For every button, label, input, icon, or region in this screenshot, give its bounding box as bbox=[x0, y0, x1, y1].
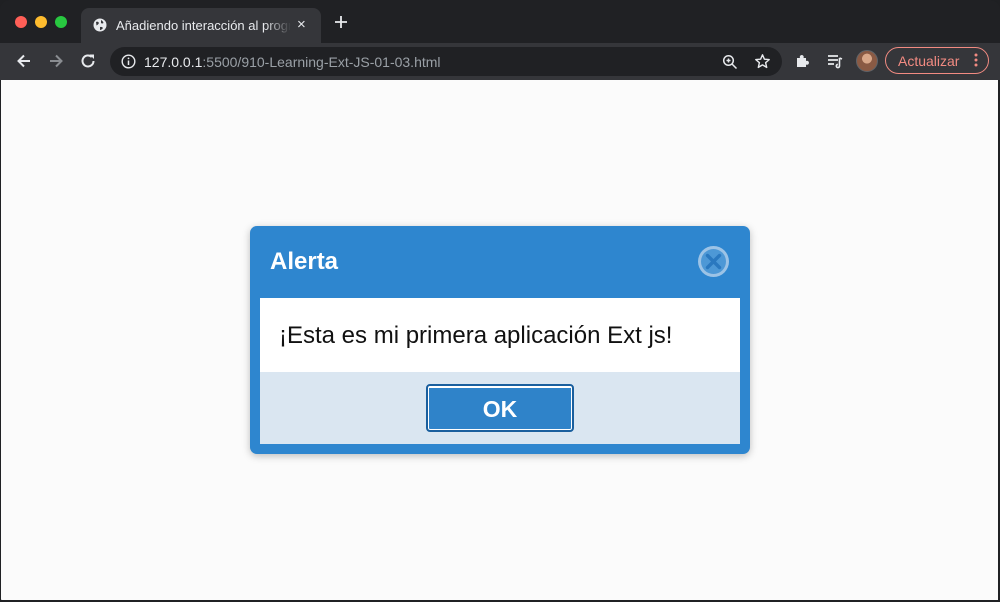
ok-button[interactable]: OK bbox=[426, 384, 574, 432]
page-viewport: Alerta ¡Esta es mi primera aplicación Ex… bbox=[1, 80, 998, 600]
update-button[interactable]: Actualizar bbox=[885, 47, 989, 74]
maximize-window-button[interactable] bbox=[55, 16, 67, 28]
alert-dialog: Alerta ¡Esta es mi primera aplicación Ex… bbox=[250, 226, 750, 454]
url-path: :5500/910-Learning-Ext-JS-01-03.html bbox=[202, 54, 441, 70]
zoom-icon[interactable] bbox=[722, 54, 738, 70]
plus-icon[interactable] bbox=[332, 13, 350, 31]
update-button-label: Actualizar bbox=[898, 53, 960, 69]
address-bar[interactable]: 127.0.0.1:5500/910-Learning-Ext-JS-01-03… bbox=[110, 47, 782, 76]
back-arrow-icon[interactable] bbox=[14, 51, 34, 71]
more-vertical-icon[interactable] bbox=[974, 53, 978, 67]
minimize-window-button[interactable] bbox=[35, 16, 47, 28]
tab-title: Añadiendo interacción al programa bbox=[116, 18, 291, 33]
profile-avatar[interactable] bbox=[856, 50, 878, 72]
tab-close-icon[interactable]: × bbox=[297, 17, 306, 32]
url-text[interactable]: 127.0.0.1:5500/910-Learning-Ext-JS-01-03… bbox=[144, 54, 441, 70]
tab-active[interactable]: Añadiendo interacción al programa × bbox=[81, 8, 321, 43]
extensions-puzzle-icon[interactable] bbox=[793, 51, 813, 71]
tab-strip: Añadiendo interacción al programa × bbox=[0, 0, 1000, 43]
browser-window: Añadiendo interacción al programa × 127.… bbox=[0, 0, 1000, 602]
globe-icon bbox=[93, 18, 107, 32]
dialog-body: ¡Esta es mi primera aplicación Ext js! bbox=[260, 298, 740, 372]
dialog-message: ¡Esta es mi primera aplicación Ext js! bbox=[279, 322, 673, 349]
close-icon[interactable] bbox=[697, 245, 730, 278]
reading-list-icon[interactable] bbox=[825, 51, 845, 71]
bookmark-star-icon[interactable] bbox=[754, 53, 771, 70]
reload-icon[interactable] bbox=[78, 51, 98, 71]
dialog-footer: OK bbox=[260, 372, 740, 444]
ok-button-label: OK bbox=[482, 396, 518, 422]
dialog-title: Alerta bbox=[270, 248, 339, 275]
browser-toolbar: 127.0.0.1:5500/910-Learning-Ext-JS-01-03… bbox=[0, 43, 1000, 80]
forward-arrow-icon[interactable] bbox=[46, 51, 66, 71]
close-window-button[interactable] bbox=[15, 16, 27, 28]
url-host: 127.0.0.1 bbox=[144, 54, 203, 70]
info-icon[interactable] bbox=[121, 54, 136, 69]
